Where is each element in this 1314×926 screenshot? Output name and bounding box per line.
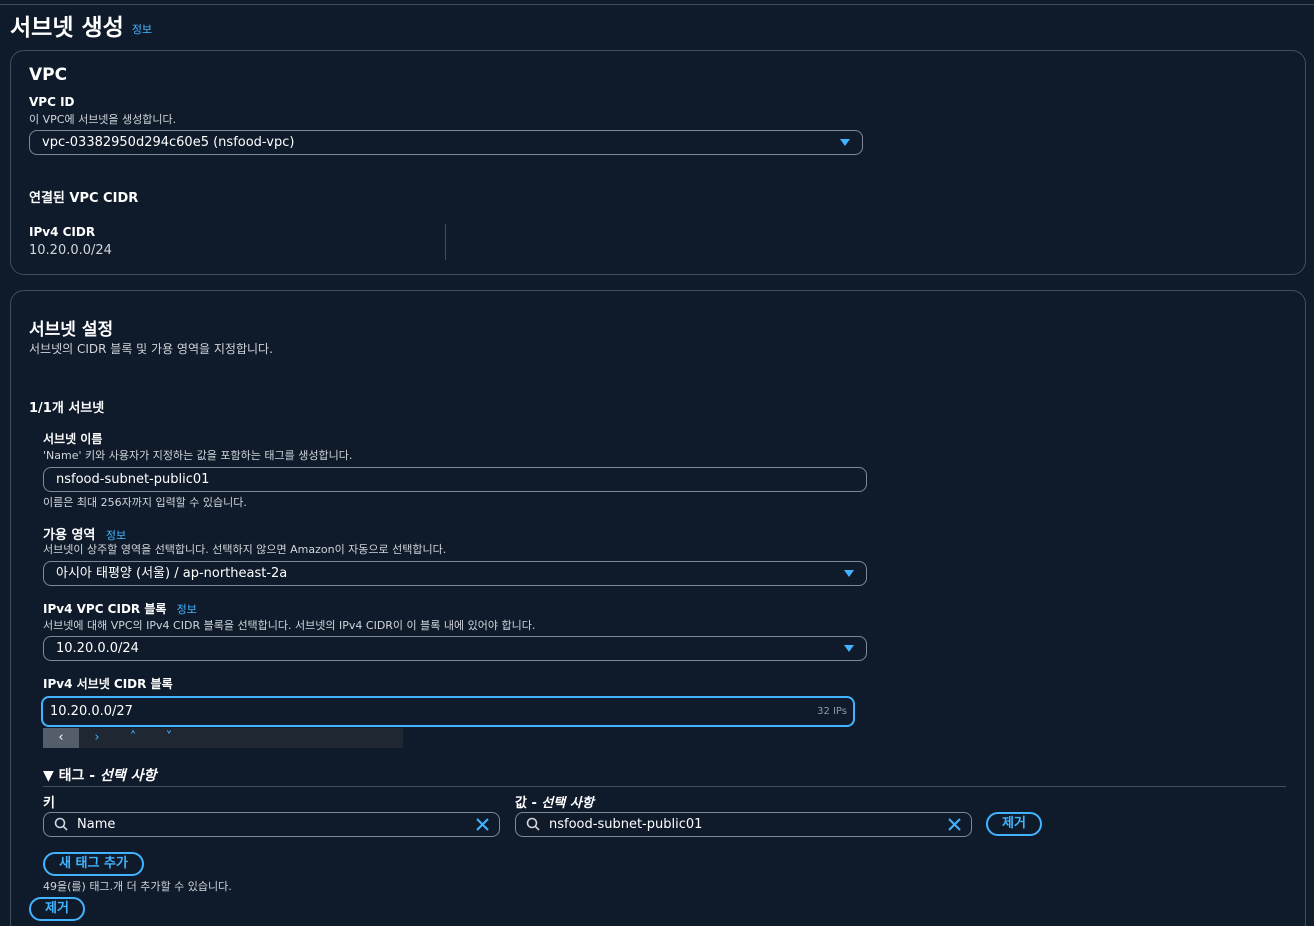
vpc-cidr-block-select[interactable]: 10.20.0.0/24 — [43, 636, 867, 661]
subnet-name-description: 'Name' 키와 사용자가 지정하는 값을 포함하는 태그를 생성합니다. — [43, 449, 353, 462]
page-title: 서브넷 생성 정보 — [10, 15, 153, 41]
vpc-cidr-block-description: 서브넷에 대해 VPC의 IPv4 CIDR 블록을 선택합니다. 서브넷의 I… — [43, 619, 536, 632]
tag-key-input[interactable]: Name — [43, 812, 500, 837]
tags-expander[interactable]: ▼ 태그 - 선택 사항 — [43, 765, 156, 785]
vpc-id-value: vpc-03382950d294c60e5 (nsfood-vpc) — [42, 135, 295, 150]
caret-down-icon — [844, 570, 854, 577]
chevron-down-icon[interactable]: ˅ — [151, 728, 187, 748]
clear-icon[interactable] — [948, 818, 961, 831]
chevron-right-icon[interactable]: › — [79, 728, 115, 748]
subnet-name-label: 서브넷 이름 — [43, 432, 103, 446]
vpc-card: VPC VPC ID 이 VPC에 서브넷을 생성합니다. vpc-033829… — [10, 50, 1306, 275]
subnet-cidr-value: 10.20.0.0/27 — [50, 704, 133, 719]
az-description: 서브넷이 상주할 영역을 선택합니다. 선택하지 않으면 Amazon이 자동으… — [43, 543, 447, 556]
chevron-up-icon[interactable]: ˄ — [115, 728, 151, 748]
vpc-id-label: VPC ID — [29, 95, 75, 109]
remove-tag-button[interactable]: 제거 — [986, 812, 1042, 836]
remove-subnet-button[interactable]: 제거 — [29, 897, 85, 921]
subnet-settings-heading: 서브넷 설정 — [29, 320, 114, 340]
subnet-cidr-input[interactable]: 10.20.0.0/27 32 IPs — [41, 696, 855, 727]
subnet-name-hint: 이름은 최대 256자까지 입력할 수 있습니다. — [43, 496, 247, 509]
vpc-id-select[interactable]: vpc-03382950d294c60e5 (nsfood-vpc) — [29, 130, 863, 155]
subnet-name-input[interactable]: nsfood-subnet-public01 — [43, 467, 867, 492]
search-icon — [526, 817, 540, 831]
tag-key-label: 키 — [43, 796, 55, 811]
ip-count-suffix: 32 IPs — [817, 706, 847, 717]
search-icon — [54, 817, 68, 831]
add-new-tag-button[interactable]: 새 태그 추가 — [43, 852, 144, 876]
clear-icon[interactable] — [476, 818, 489, 831]
tags-divider — [43, 786, 1286, 787]
vpc-cidr-block-label: IPv4 VPC CIDR 블록 정보 — [43, 602, 197, 616]
associated-cidr-heading: 연결된 VPC CIDR — [29, 191, 139, 206]
tags-remaining-hint: 49을(를) 태그.개 더 추가할 수 있습니다. — [43, 880, 232, 893]
info-link[interactable]: 정보 — [132, 23, 152, 36]
vpc-cidr-block-value: 10.20.0.0/24 — [56, 641, 139, 656]
vpc-id-description: 이 VPC에 서브넷을 생성합니다. — [29, 113, 177, 126]
column-divider — [445, 224, 446, 260]
subnet-name-value: nsfood-subnet-public01 — [56, 472, 210, 487]
az-select[interactable]: 아시아 태평양 (서울) / ap-northeast-2a — [43, 561, 867, 586]
vpc-heading: VPC — [29, 65, 68, 85]
caret-down-icon — [844, 645, 854, 652]
tag-value-input[interactable]: nsfood-subnet-public01 — [515, 812, 972, 837]
tag-value-value: nsfood-subnet-public01 — [549, 817, 703, 832]
caret-down-icon — [840, 139, 850, 146]
vpc-cidr-info-link[interactable]: 정보 — [177, 603, 197, 616]
cidr-stepper-bar: ‹ › ˄ ˅ — [43, 728, 403, 748]
subnet-count-label: 1/1개 서브넷 — [29, 401, 105, 416]
ipv4-cidr-value: 10.20.0.0/24 — [29, 243, 112, 258]
tag-key-value: Name — [77, 817, 116, 832]
tag-value-label: 값 - 선택 사항 — [515, 796, 594, 811]
az-value: 아시아 태평양 (서울) / ap-northeast-2a — [56, 566, 288, 581]
subnet-cidr-label: IPv4 서브넷 CIDR 블록 — [43, 677, 173, 691]
top-divider — [0, 4, 1314, 5]
subnet-settings-description: 서브넷의 CIDR 블록 및 가용 영역을 지정합니다. — [29, 342, 273, 356]
chevron-left-icon[interactable]: ‹ — [43, 728, 79, 748]
ipv4-cidr-label: IPv4 CIDR — [29, 225, 96, 239]
